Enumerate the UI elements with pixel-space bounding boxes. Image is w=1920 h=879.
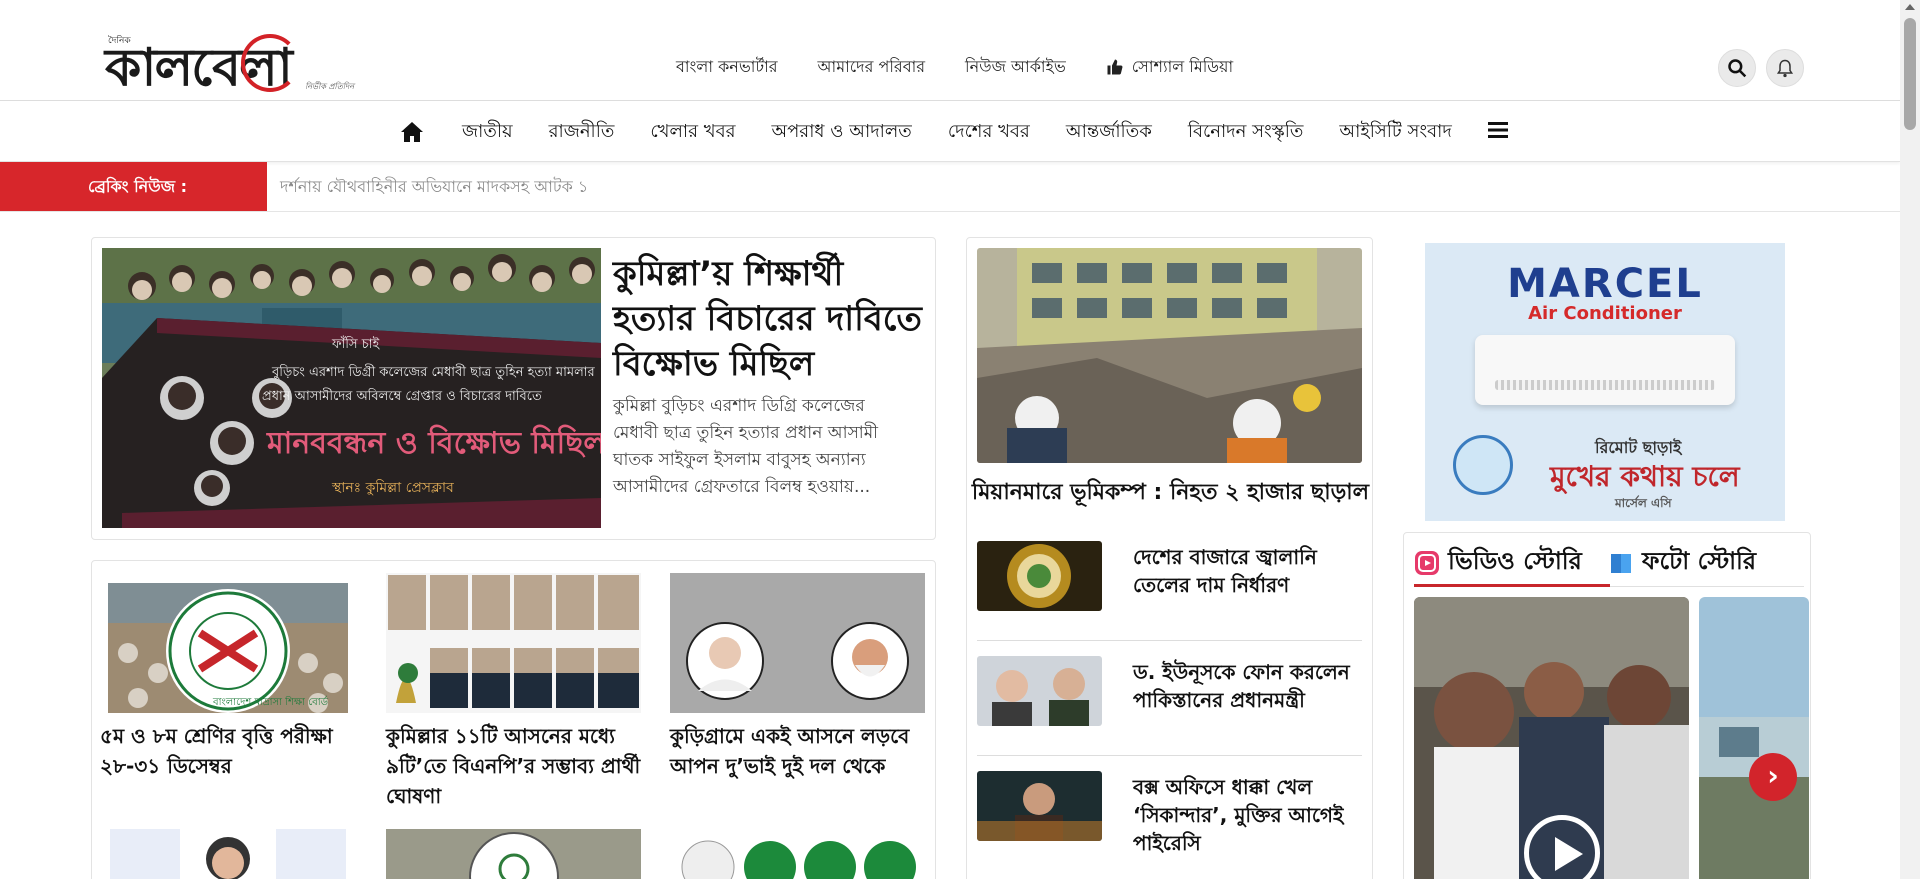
ad-brand: MARCEL [1507,261,1703,307]
logo-tagline: নির্ভীক প্রতিদিন [305,82,354,91]
main-nav: জাতীয় রাজনীতি খেলার খবর অপরাধ ও আদালত দ… [400,102,1544,162]
news-grid-card: বাংলাদেশ মাদ্রাসা শিক্ষা বোর্ড ৫ম ও ৮ম শ… [91,560,936,879]
top-links: বাংলা কনভার্টার আমাদের পরিবার নিউজ আর্কা… [676,55,1273,79]
link-bangla-converter[interactable]: বাংলা কনভার্টার [676,55,778,79]
video-story-thumbnail[interactable] [1414,597,1689,879]
breaking-news-ticker[interactable]: দর্শনায় যৌথবাহিনীর অভিযানে মাদকসহ আটক ১ [280,162,588,211]
nav-item-crime-court[interactable]: অপরাধ ও আদালত [772,117,912,148]
video-story-icon [1415,551,1439,575]
middle-news-card: মিয়ানমারে ভূমিকম্প : নিহত ২ হাজার ছাড়া… [966,237,1373,879]
thumbs-up-icon [1107,59,1123,75]
mini-news-image[interactable] [977,771,1102,841]
mini-news-item[interactable]: ড. ইউনূসকে ফোন করলেন পাকিস্তানের প্রধানম… [977,656,1362,756]
video-story-thumbnail[interactable] [1699,597,1809,879]
tab-photo-story[interactable]: ফটো স্টোরি [1608,543,1756,583]
scroll-up-arrow-icon[interactable] [1905,4,1915,10]
chevron-right-icon: › [1767,759,1779,792]
banner-line-3: প্রধান আসামীদের অবিলম্বে গ্রেপ্তার ও বিচ… [262,388,542,404]
news-item-image[interactable] [386,573,641,713]
link-news-archive[interactable]: নিউজ আর্কাইভ [965,55,1066,79]
link-our-family[interactable]: আমাদের পরিবার [818,55,926,79]
nav-item-international[interactable]: আন্তর্জাতিক [1066,117,1152,148]
nav-item-national[interactable]: জাতীয় [462,117,513,148]
mini-news-item[interactable]: দেশের বাজারে জ্বালানি তেলের দাম নির্ধারণ [977,541,1362,641]
page-scrollbar[interactable] [1900,0,1920,879]
news-item[interactable]: বাংলাদেশ মাদ্রাসা শিক্ষা বোর্ড ৫ম ও ৮ম শ… [100,573,368,781]
top-header: দৈনিক কালবেলা নির্ভীক প্রতিদিন বাংলা কনভ… [0,0,1900,101]
ad-product-image [1475,335,1735,405]
nav-item-politics[interactable]: রাজনীতি [549,117,615,148]
breaking-news-bar: ব্রেকিং নিউজ : দর্শনায় যৌথবাহিনীর অভিযা… [0,162,1900,212]
site-logo[interactable]: দৈনিক কালবেলা নির্ভীক প্রতিদিন [105,28,365,98]
nav-item-sports[interactable]: খেলার খবর [650,117,735,148]
main-nav-bar: জাতীয় রাজনীতি খেলার খবর অপরাধ ও আদালত দ… [0,102,1900,162]
nav-home[interactable] [400,121,424,143]
search-icon [1728,59,1747,78]
news-item-image[interactable]: বাংলাদেশ মাদ্রাসা শিক্ষা বোর্ড [108,583,348,713]
photo-story-icon [1611,554,1631,573]
mini-news-image[interactable] [977,656,1102,726]
ad-voice-icon [1453,435,1513,495]
hamburger-menu-icon [1487,121,1508,138]
mini-news-title[interactable]: ড. ইউনূসকে ফোন করলেন পাকিস্তানের প্রধানম… [1133,658,1358,714]
banner-line-4: মানববন্ধন ও বিক্ষোভ মিছিল [266,424,601,461]
news-item-image[interactable] [110,829,346,879]
mini-news-item[interactable]: বক্স অফিসে ধাক্কা খেল ‘সিকান্দার’, মুক্ত… [977,771,1362,879]
lead-story-summary: কুমিল্লা বুড়িচং এরশাদ ডিগ্রি কলেজের মেধ… [613,396,879,497]
banner-line-2: বুড়িচং এরশাদ ডিগ্রী কলেজের মেধাবী ছাত্র… [271,364,596,380]
nav-item-ict-news[interactable]: আইসিটি সংবাদ [1339,117,1451,148]
news-item-image[interactable] [670,829,925,879]
tab-active-indicator [1414,584,1610,587]
scrollbar-thumb[interactable] [1904,18,1916,130]
notification-button[interactable] [1766,49,1804,87]
banner-line-5: স্থানঃ কুমিল্লা প্রেসক্লাব [331,479,454,496]
breaking-news-label: ব্রেকিং নিউজ : [0,162,267,211]
stories-card: ভিডিও স্টোরি ফটো স্টোরি › [1403,532,1811,879]
news-item-title[interactable]: কুমিল্লার ১১টি আসনের মধ্যে ৯টি’তে বিএনপি… [386,721,641,811]
mini-news-title[interactable]: বক্স অফিসে ধাক্কা খেল ‘সিকান্দার’, মুক্ত… [1133,773,1358,857]
logo-clock-ring [241,34,299,92]
nav-menu-button[interactable] [1487,121,1508,144]
bell-icon [1776,59,1794,78]
search-button[interactable] [1718,49,1756,87]
lead-story-image[interactable]: ফাঁসি চাই বুড়িচং এরশাদ ডিগ্রী কলেজের মে… [102,248,601,528]
nav-item-entertainment[interactable]: বিনোদন সংস্কৃতি [1188,117,1304,148]
middle-hero-title[interactable]: মিয়ানমারে ভূমিকম্প : নিহত ২ হাজার ছাড়া… [967,475,1374,512]
image-caption: বাংলাদেশ মাদ্রাসা শিক্ষা বোর্ড [212,696,329,708]
news-item-image[interactable] [386,829,641,879]
ad-line-3: মার্সেল এসি [1615,496,1672,510]
lead-story-title[interactable]: কুমিল্লা’য় শিক্ষার্থী হত্যার বিচারের দা… [613,252,933,387]
news-item-title[interactable]: ৫ম ও ৮ম শ্রেণির বৃত্তি পরীক্ষা ২৮-৩১ ডিস… [100,721,368,781]
news-item[interactable]: কুমিল্লার ১১টি আসনের মধ্যে ৯টি’তে বিএনপি… [386,573,646,811]
carousel-next-button[interactable]: › [1749,753,1797,801]
ad-subtitle: Air Conditioner [1528,303,1682,324]
news-item-image[interactable] [670,573,925,713]
tab-video-story[interactable]: ভিডিও স্টোরি [1414,543,1582,583]
news-item-title[interactable]: কুড়িগ্রামে একই আসনে লড়বে আপন দু’ভাই দু… [670,721,925,781]
lead-story-card[interactable]: ফাঁসি চাই বুড়িচং এরশাদ ডিগ্রী কলেজের মে… [91,237,936,540]
link-social-media[interactable]: সোশ্যাল মিডিয়া [1106,55,1233,79]
mini-news-title[interactable]: দেশের বাজারে জ্বালানি তেলের দাম নির্ধারণ [1133,543,1358,599]
banner-line-1: ফাঁসি চাই [331,336,380,352]
news-item[interactable]: কুড়িগ্রামে একই আসনে লড়বে আপন দু’ভাই দু… [670,573,930,781]
nav-item-country-news[interactable]: দেশের খবর [948,117,1030,148]
home-icon [401,122,423,142]
middle-hero-image[interactable] [977,248,1362,463]
mini-news-image[interactable] [977,541,1102,611]
advertisement-banner[interactable]: MARCEL Air Conditioner রিমোট ছাড়াই মুখে… [1425,243,1785,521]
